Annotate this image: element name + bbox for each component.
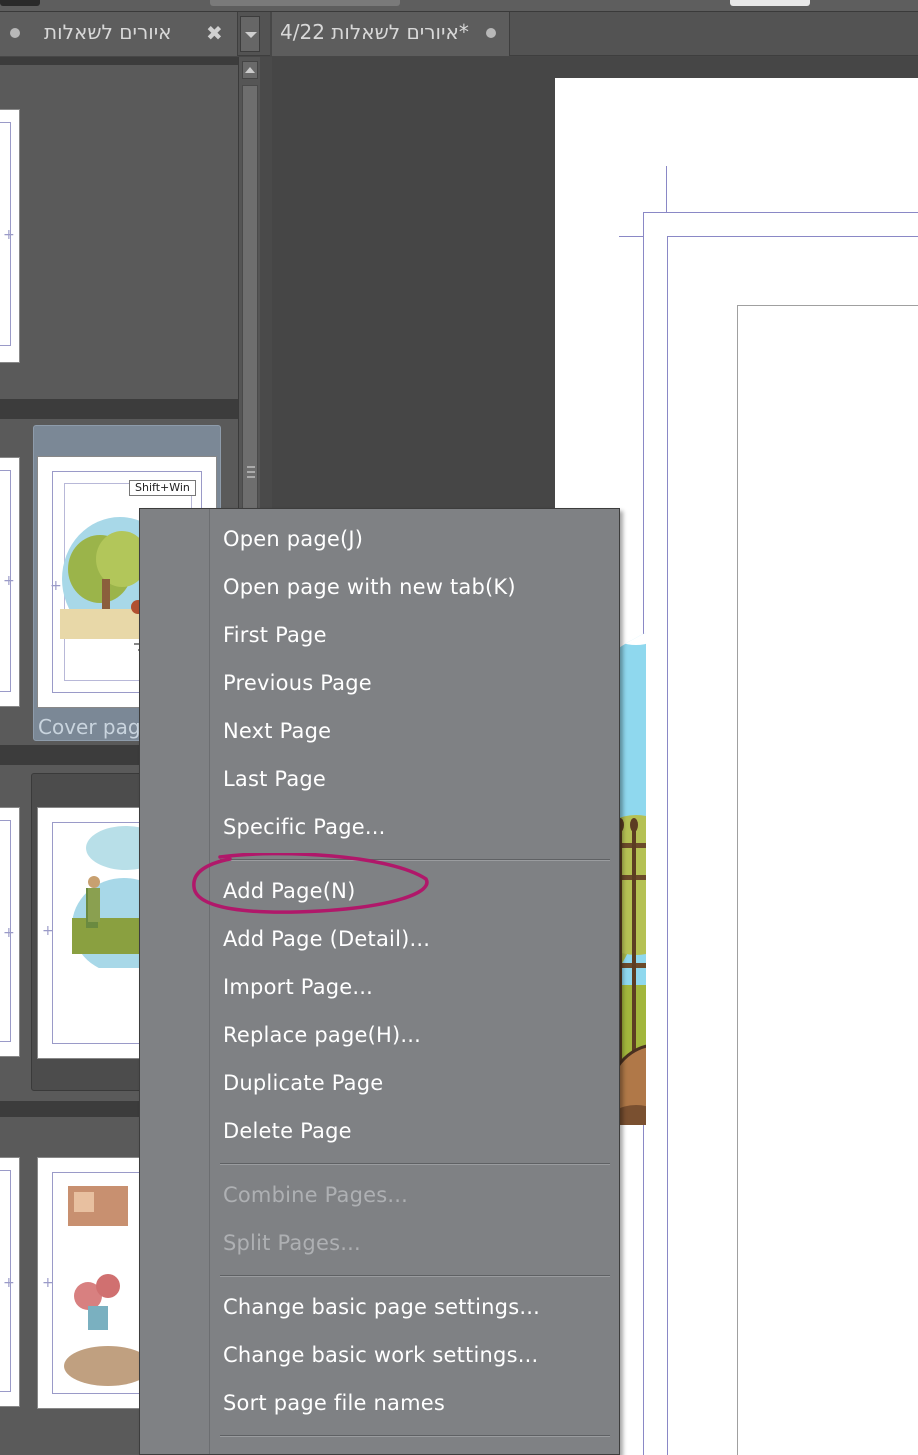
- menu-item-combine-pages: Combine Pages...: [140, 1173, 619, 1221]
- menu-item-specific-page[interactable]: Specific Page...: [140, 805, 619, 853]
- cover-page-caption: Cover page: [38, 715, 153, 739]
- page-illustration: [64, 1186, 148, 1386]
- trim-guide: [667, 236, 918, 237]
- frame-border: [737, 305, 918, 306]
- menu-item-first-page[interactable]: First Page: [140, 613, 619, 661]
- menu-item-next-page[interactable]: Next Page: [140, 709, 619, 757]
- menu-item-change-page-settings[interactable]: Change basic page settings...: [140, 1285, 619, 1333]
- close-icon[interactable]: ✖: [206, 21, 223, 45]
- menu-item-label: Combine Pages...: [223, 1183, 409, 1207]
- page-thumbnail[interactable]: +: [0, 1157, 20, 1407]
- menu-item-previous-page[interactable]: Previous Page: [140, 661, 619, 709]
- thumbnail-row: +: [0, 65, 238, 399]
- frame-border: [737, 305, 738, 1455]
- tab-modified-dot-icon: [10, 28, 20, 38]
- menu-item-label: Change basic page settings...: [223, 1295, 540, 1319]
- tab-document[interactable]: איורים לשאלות 4/22*: [272, 12, 510, 56]
- tab-label: איורים לשאלות 4/22*: [280, 20, 469, 44]
- page-thumbnail[interactable]: +: [0, 807, 20, 1057]
- document-tab-bar: איורים לשאלות 4/22*: [272, 12, 918, 56]
- menu-item-label: Split Pages...: [223, 1231, 361, 1255]
- trim-guide: [667, 236, 668, 1455]
- menu-item-sort-page-file-names[interactable]: Sort page file names: [140, 1381, 619, 1429]
- menu-item-open-page[interactable]: Open page(J): [140, 517, 619, 565]
- menu-item-duplicate-page[interactable]: Duplicate Page: [140, 1061, 619, 1109]
- grip-icon: [247, 466, 255, 478]
- menu-item-label: Delete Page: [223, 1119, 352, 1143]
- shortcut-tooltip: Shift+Win: [129, 480, 196, 496]
- tab-page-manager[interactable]: איורים לשאלות ✖: [0, 12, 238, 56]
- top-toolbar-strip: [0, 0, 918, 12]
- menu-item-label: Change basic work settings...: [223, 1343, 539, 1367]
- menu-item-import-page[interactable]: Import Page...: [140, 965, 619, 1013]
- toolbar-icon[interactable]: [0, 0, 40, 6]
- menu-item-label: Sort page file names: [223, 1391, 445, 1415]
- crop-mark: [666, 166, 667, 212]
- menu-item-label: Specific Page...: [223, 815, 386, 839]
- menu-item-label: Duplicate Page: [223, 1071, 384, 1095]
- page-context-menu: Open page(J) Open page with new tab(K) F…: [139, 508, 620, 1455]
- menu-item-label: Add Page (Detail)...: [223, 927, 431, 951]
- menu-separator: [220, 1163, 610, 1165]
- menu-separator: [220, 1275, 610, 1277]
- scroll-up-arrow-icon[interactable]: [242, 61, 258, 79]
- menu-item-add-page-detail[interactable]: Add Page (Detail)...: [140, 917, 619, 965]
- toolbar-field[interactable]: [730, 0, 810, 6]
- tab-label: איורים לשאלות: [44, 20, 172, 44]
- menu-item-label: First Page: [223, 623, 327, 647]
- tab-modified-dot-icon: [486, 28, 496, 38]
- menu-item-label: Last Page: [223, 767, 327, 791]
- menu-item-label: Open page(J): [223, 527, 364, 551]
- page-thumbnail[interactable]: +: [0, 457, 20, 707]
- menu-item-delete-page[interactable]: Delete Page: [140, 1109, 619, 1157]
- menu-item-label: Open page with new tab(K): [223, 575, 516, 599]
- cover-illustration: [60, 517, 150, 639]
- page-illustration: [72, 826, 146, 968]
- annotation-ellipse: [192, 853, 429, 914]
- menu-item-label: Replace page(H)...: [223, 1023, 421, 1047]
- crop-mark: [619, 236, 643, 237]
- app-window: איורים לשאלות ✖ איורים לשאלות 4/22* + +: [0, 0, 918, 1455]
- page-manager-tab-bar: איורים לשאלות ✖: [0, 12, 270, 56]
- tab-dropdown-button[interactable]: [240, 16, 260, 52]
- page-thumbnail[interactable]: +: [0, 109, 20, 363]
- menu-item-replace-page[interactable]: Replace page(H)...: [140, 1013, 619, 1061]
- toolbar-buttons[interactable]: [210, 0, 400, 6]
- bleed-guide: [643, 212, 918, 213]
- menu-item-label: Import Page...: [223, 975, 374, 999]
- menu-item-change-work-settings[interactable]: Change basic work settings...: [140, 1333, 619, 1381]
- menu-item-label: Next Page: [223, 719, 332, 743]
- menu-item-open-page-new-tab[interactable]: Open page with new tab(K): [140, 565, 619, 613]
- menu-item-last-page[interactable]: Last Page: [140, 757, 619, 805]
- menu-item-split-pages: Split Pages...: [140, 1221, 619, 1269]
- menu-item-label: Previous Page: [223, 671, 372, 695]
- menu-separator: [220, 1435, 610, 1437]
